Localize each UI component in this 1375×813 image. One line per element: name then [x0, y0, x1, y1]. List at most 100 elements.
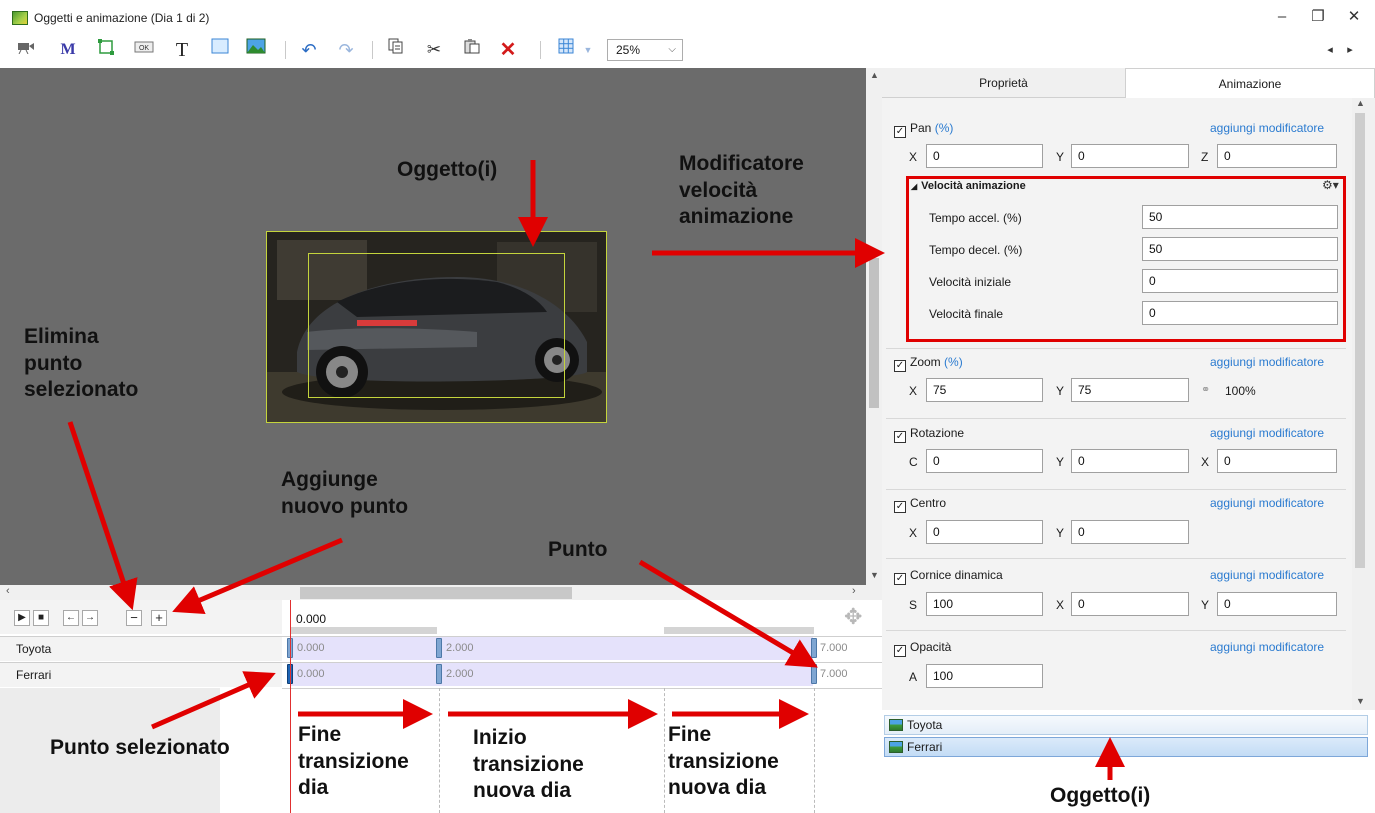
- zoom-section-title[interactable]: ✓ Zoom (%): [894, 355, 963, 372]
- object-bounds[interactable]: [308, 253, 565, 398]
- camera-icon[interactable]: [14, 38, 38, 62]
- track-label-toyota[interactable]: Toyota: [0, 636, 282, 661]
- transition-bar: [291, 627, 437, 634]
- button-icon[interactable]: OK: [132, 38, 156, 62]
- link-icon[interactable]: ⚭: [1201, 383, 1210, 396]
- keyframe[interactable]: [436, 664, 442, 684]
- opacity-section-title[interactable]: ✓ Opacità: [894, 640, 951, 657]
- add-modifier-link[interactable]: aggiungi modificatore: [1210, 355, 1324, 369]
- rotation-y-input[interactable]: 0: [1071, 449, 1189, 473]
- zoom-x-input[interactable]: 75: [926, 378, 1043, 402]
- pan-y-input[interactable]: 0: [1071, 144, 1189, 168]
- scroll-down-icon[interactable]: ▼: [1356, 696, 1365, 706]
- scroll-thumb[interactable]: [869, 258, 879, 408]
- paste-icon[interactable]: [460, 38, 484, 62]
- image-icon: [889, 719, 903, 731]
- text-icon[interactable]: T: [170, 38, 194, 62]
- frame-x-input[interactable]: 0: [1071, 592, 1189, 616]
- checkbox-checked-icon[interactable]: ✓: [894, 573, 906, 585]
- annotation-oggetto: Oggetto(i): [397, 158, 498, 181]
- restore-button[interactable]: ❐: [1306, 6, 1330, 28]
- checkbox-checked-icon[interactable]: ✓: [894, 645, 906, 657]
- add-modifier-link[interactable]: aggiungi modificatore: [1210, 640, 1324, 654]
- scroll-thumb[interactable]: [300, 587, 572, 599]
- divider: [886, 630, 1346, 631]
- minimize-button[interactable]: –: [1270, 6, 1294, 28]
- add-point-button[interactable]: +: [151, 610, 167, 626]
- keyframe[interactable]: [811, 664, 817, 684]
- center-y-input[interactable]: 0: [1071, 520, 1189, 544]
- next-point-button[interactable]: →: [82, 610, 98, 626]
- tab-proprieta[interactable]: Proprietà: [882, 68, 1125, 98]
- rotation-x-label: X: [1201, 455, 1210, 469]
- checkbox-checked-icon[interactable]: ✓: [894, 431, 906, 443]
- toolbar-separator: [540, 41, 541, 59]
- add-modifier-link[interactable]: aggiungi modificatore: [1210, 121, 1324, 135]
- zoom-y-input[interactable]: 75: [1071, 378, 1189, 402]
- opacity-a-input[interactable]: 100: [926, 664, 1043, 688]
- undo-icon[interactable]: ↶: [297, 38, 321, 62]
- chevron-down-icon[interactable]: ▼: [576, 38, 600, 62]
- rotation-section-title[interactable]: ✓ Rotazione: [894, 426, 964, 443]
- delete-icon[interactable]: ✕: [496, 38, 520, 62]
- center-x-input[interactable]: 0: [926, 520, 1043, 544]
- frame-icon[interactable]: [94, 38, 118, 62]
- annotation-punto-selezionato: Punto selezionato: [50, 736, 230, 759]
- keyframe[interactable]: [436, 638, 442, 658]
- pan-z-input[interactable]: 0: [1217, 144, 1337, 168]
- panel-scrollbar[interactable]: ▲ ▼: [1352, 98, 1368, 710]
- scroll-up-icon[interactable]: ▲: [870, 70, 879, 80]
- window-title: Oggetti e animazione (Dia 1 di 2): [34, 11, 210, 25]
- frame-s-input[interactable]: 100: [926, 592, 1043, 616]
- object-item-toyota[interactable]: Toyota: [884, 715, 1368, 735]
- add-modifier-link[interactable]: aggiungi modificatore: [1210, 496, 1324, 510]
- canvas-vertical-scrollbar[interactable]: ▲ ▼: [866, 68, 882, 585]
- scroll-right-icon[interactable]: ›: [852, 585, 856, 597]
- frame-s-label: S: [909, 598, 918, 612]
- canvas-horizontal-scrollbar[interactable]: ‹ ›: [0, 585, 882, 600]
- mask-icon[interactable]: M: [56, 38, 80, 62]
- track-label-ferrari[interactable]: Ferrari: [0, 662, 282, 687]
- play-button[interactable]: ▶: [14, 610, 30, 626]
- prev-point-button[interactable]: ←: [63, 610, 79, 626]
- rotation-c-label: C: [909, 455, 918, 469]
- keyframe-time: 2.000: [446, 642, 474, 654]
- move-icon[interactable]: ✥: [844, 604, 862, 630]
- keyframe[interactable]: [811, 638, 817, 658]
- annotation-oggetto-bottom: Oggetto(i): [1050, 784, 1151, 807]
- zoom-select[interactable]: 25% ⌵: [607, 39, 683, 61]
- frame-y-input[interactable]: 0: [1217, 592, 1337, 616]
- playhead[interactable]: [290, 600, 291, 813]
- checkbox-checked-icon[interactable]: ✓: [894, 126, 906, 138]
- checkbox-checked-icon[interactable]: ✓: [894, 360, 906, 372]
- scroll-down-icon[interactable]: ▼: [870, 570, 879, 580]
- delete-point-button[interactable]: −: [126, 610, 142, 626]
- tab-animazione[interactable]: Animazione: [1125, 68, 1375, 98]
- center-y-label: Y: [1056, 526, 1065, 540]
- center-section-title[interactable]: ✓ Centro: [894, 496, 946, 513]
- divider: [282, 688, 882, 689]
- add-modifier-link[interactable]: aggiungi modificatore: [1210, 568, 1324, 582]
- nav-right-icon[interactable]: ▸: [1338, 38, 1362, 62]
- grid-icon[interactable]: [554, 38, 578, 62]
- rotation-x-input[interactable]: 0: [1217, 449, 1337, 473]
- pan-x-input[interactable]: 0: [926, 144, 1043, 168]
- close-button[interactable]: ✕: [1342, 6, 1366, 28]
- rotation-c-input[interactable]: 0: [926, 449, 1043, 473]
- scroll-up-icon[interactable]: ▲: [1356, 98, 1365, 108]
- redo-icon[interactable]: ↷: [334, 38, 358, 62]
- track-segment: [291, 663, 813, 686]
- object-item-ferrari[interactable]: Ferrari: [884, 737, 1368, 757]
- frame-section-title[interactable]: ✓ Cornice dinamica: [894, 568, 1003, 585]
- add-modifier-link[interactable]: aggiungi modificatore: [1210, 426, 1324, 440]
- copy-icon[interactable]: [384, 38, 408, 62]
- pan-section-title[interactable]: ✓ Pan (%): [894, 121, 953, 138]
- image-icon[interactable]: [244, 38, 268, 62]
- scroll-left-icon[interactable]: ‹: [6, 585, 10, 597]
- stop-button[interactable]: ■: [33, 610, 49, 626]
- cut-icon[interactable]: ✂: [422, 38, 446, 62]
- image-icon: [889, 741, 903, 753]
- scroll-thumb[interactable]: [1355, 113, 1365, 568]
- rectangle-icon[interactable]: [208, 38, 232, 62]
- checkbox-checked-icon[interactable]: ✓: [894, 501, 906, 513]
